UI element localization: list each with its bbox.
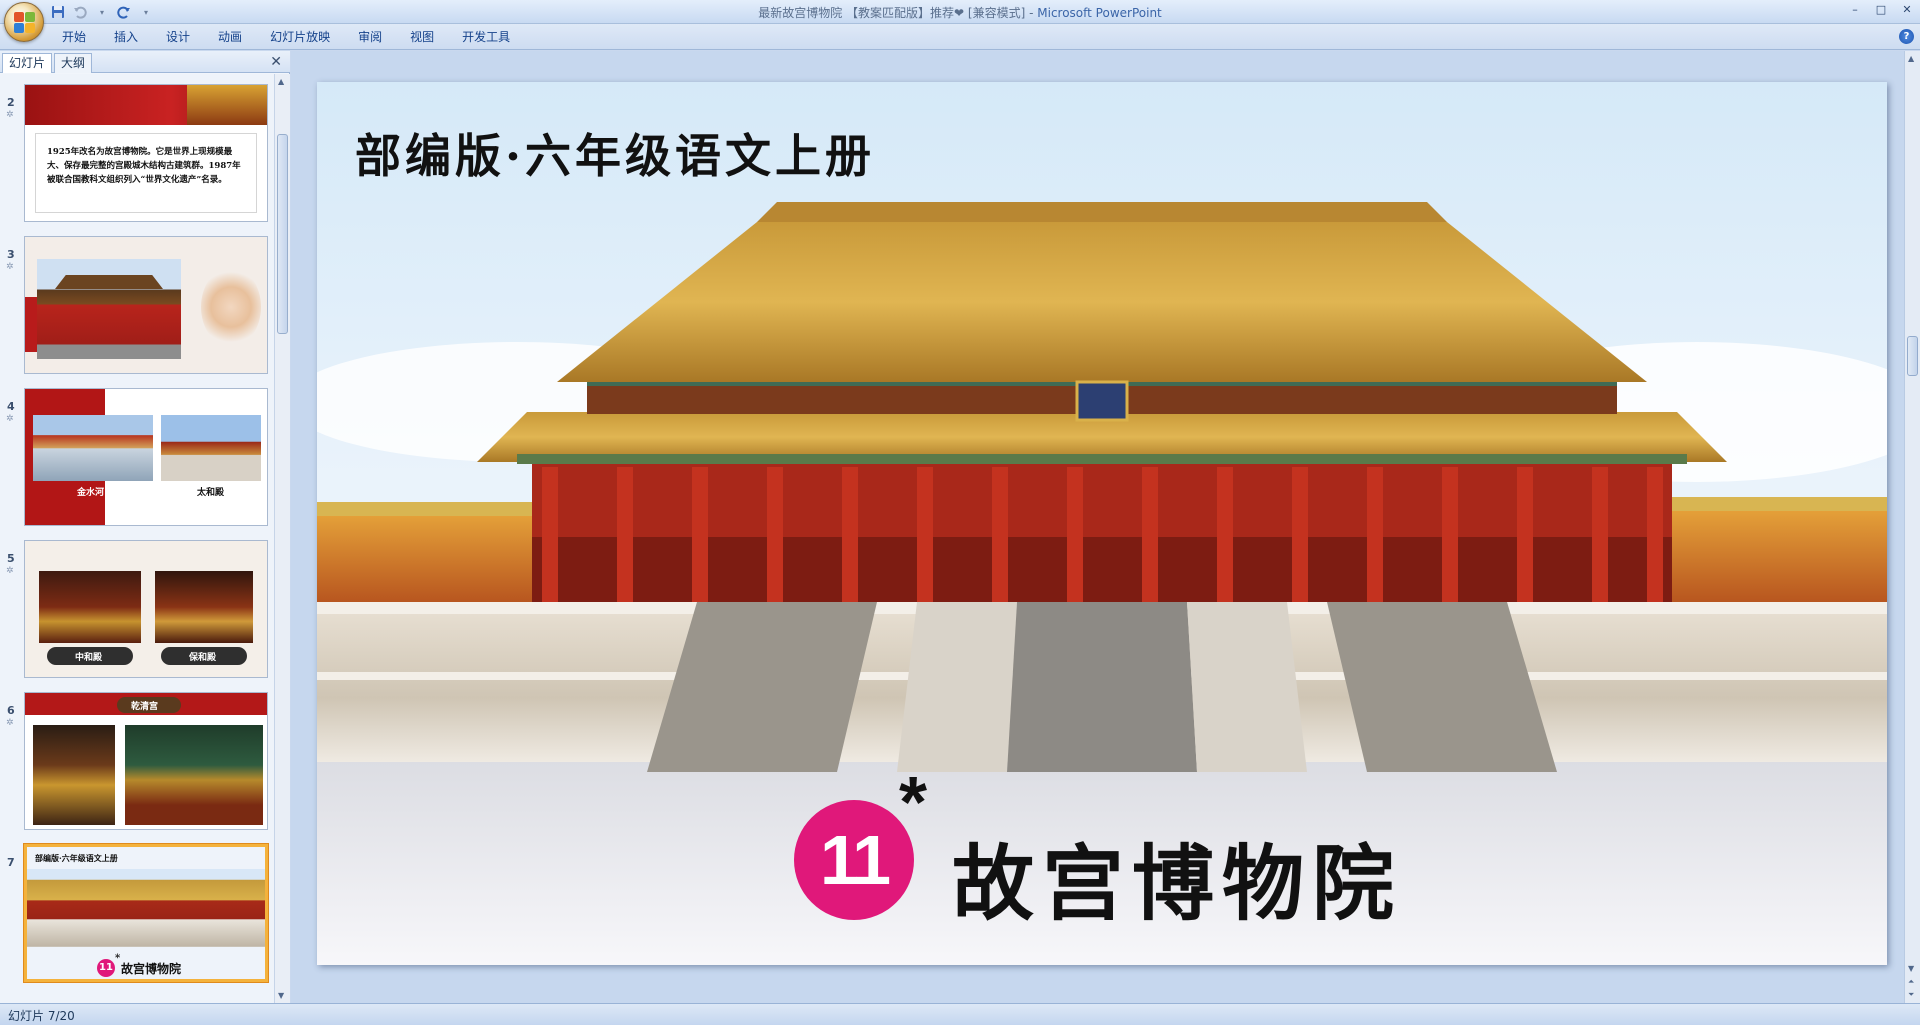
vertical-scrollbar[interactable]: ▲ ▼ ⏶ ⏷	[1904, 51, 1920, 1003]
tab-review[interactable]: 审阅	[344, 27, 396, 47]
scroll-up-icon[interactable]: ▲	[278, 77, 284, 86]
slide-thumbnail-2[interactable]: 1925年改名为故宫博物院。它是世界上现规模最大、保存最完整的宫殿城木结构古建筑…	[24, 84, 268, 222]
previous-slide-icon[interactable]: ⏶	[1908, 977, 1914, 987]
thumbnail-title: 故宫博物院	[121, 962, 182, 976]
tab-design[interactable]: 设计	[152, 27, 204, 47]
slide-thumbnail-6[interactable]: 乾清宫	[24, 692, 268, 830]
slides-pane: 幻灯片 大纲 ✕ 2 ✲ 1925年改名为故宫博物院。它是世界上现规模最大、保存…	[0, 51, 290, 1003]
next-slide-icon[interactable]: ⏷	[1908, 990, 1914, 1000]
tab-slides[interactable]: 幻灯片	[2, 53, 53, 73]
slide-number: 2	[7, 96, 15, 109]
slide-thumbnail-3[interactable]	[24, 236, 268, 374]
vertical-scroll-thumb[interactable]	[1907, 336, 1918, 376]
scroll-down-icon[interactable]: ▼	[1908, 964, 1914, 973]
tab-slideshow[interactable]: 幻灯片放映	[256, 27, 344, 47]
slide-counter: 幻灯片 7/20	[8, 1009, 75, 1023]
help-icon[interactable]: ?	[1899, 29, 1914, 44]
tab-outline[interactable]: 大纲	[54, 53, 93, 73]
slide-number: 5	[7, 552, 15, 565]
animation-icon: ✲	[6, 414, 14, 424]
thumbnail-caption: 1925年改名为故宫博物院。它是世界上现规模最大、保存最完整的宫殿城木结构古建筑…	[47, 147, 241, 185]
slide-subtitle[interactable]: 部编版·六年级语文上册	[355, 120, 875, 186]
status-bar: 幻灯片 7/20	[0, 1003, 1920, 1025]
tab-animations[interactable]: 动画	[204, 27, 256, 47]
document-title: 最新故宫博物院 【教案匹配版】推荐❤ [兼容模式] -	[758, 6, 1038, 20]
app-name: Microsoft PowerPoint	[1037, 6, 1162, 20]
minimize-button[interactable]: –	[1842, 0, 1868, 18]
window-controls: – □ ✕	[1842, 0, 1920, 20]
close-button[interactable]: ✕	[1894, 0, 1920, 18]
tab-developer[interactable]: 开发工具	[448, 27, 524, 47]
animation-icon: ✲	[6, 262, 14, 272]
pane-scrollbar[interactable]: ▲ ▼	[274, 74, 290, 1003]
office-button[interactable]	[4, 2, 44, 42]
tab-home[interactable]: 开始	[48, 27, 100, 47]
thumbnail-subtitle: 部编版·六年级语文上册	[35, 853, 118, 863]
scroll-down-icon[interactable]: ▼	[278, 991, 284, 1000]
pane-scroll-thumb[interactable]	[277, 134, 288, 334]
thumbnail-caption: 乾清宫	[131, 702, 159, 712]
slide-canvas[interactable]: 部编版·六年级语文上册 11 * 故宫博物院	[317, 82, 1887, 965]
tab-view[interactable]: 视图	[396, 27, 448, 47]
thumbnail-caption: 保和殿	[189, 653, 217, 663]
lesson-number-badge[interactable]: 11	[794, 800, 914, 920]
close-pane-icon[interactable]: ✕	[270, 54, 282, 70]
animation-icon: ✲	[6, 718, 14, 728]
title-bar: ▾ ▾ 最新故宫博物院 【教案匹配版】推荐❤ [兼容模式] - Microsof…	[0, 0, 1920, 42]
thumbnail-caption: 太和殿	[197, 488, 225, 498]
animation-icon: ✲	[6, 110, 14, 120]
thumbnail-badge: 11	[97, 959, 115, 977]
slide-title[interactable]: 故宫博物院	[952, 817, 1402, 936]
slide-thumbnail-7[interactable]: 部编版·六年级语文上册 11 * 故宫博物院	[24, 844, 268, 982]
maximize-button[interactable]: □	[1868, 0, 1894, 18]
slide-number: 6	[7, 704, 15, 717]
slide-number: 4	[7, 400, 15, 413]
slide-thumbnail-list: 2 ✲ 1925年改名为故宫博物院。它是世界上现规模最大、保存最完整的宫殿城木结…	[0, 74, 274, 1003]
office-logo-icon	[14, 12, 36, 34]
window-title: 最新故宫博物院 【教案匹配版】推荐❤ [兼容模式] - Microsoft Po…	[0, 4, 1920, 21]
animation-icon: ✲	[6, 566, 14, 576]
scroll-up-icon[interactable]: ▲	[1908, 54, 1914, 63]
thumbnail-caption: 金水河	[77, 488, 105, 498]
thumbnail-star: *	[115, 953, 121, 964]
pane-tab-bar: 幻灯片 大纲 ✕	[0, 51, 290, 73]
tab-insert[interactable]: 插入	[100, 27, 152, 47]
asterisk-mark[interactable]: *	[899, 762, 927, 844]
slide-thumbnail-4[interactable]: 金水河 太和殿	[24, 388, 268, 526]
ribbon-tab-bar: 开始 插入 设计 动画 幻灯片放映 审阅 视图 开发工具 ?	[0, 24, 1920, 50]
slide-number: 3	[7, 248, 15, 261]
slide-thumbnail-5[interactable]: 中和殿 保和殿	[24, 540, 268, 678]
slide-number: 7	[7, 856, 15, 869]
thumbnail-caption: 中和殿	[75, 653, 103, 663]
